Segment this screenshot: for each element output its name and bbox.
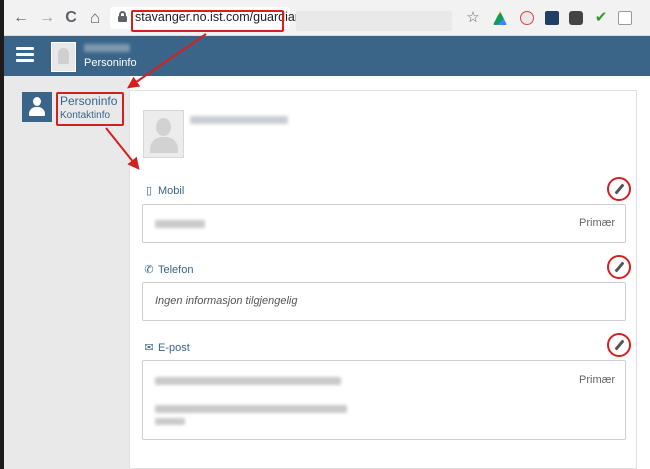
forward-icon[interactable]: → [38,9,56,27]
camera-extension-icon[interactable] [569,11,583,25]
url-highlight-box [131,10,284,32]
epost-primary-tag: Primær [579,374,616,386]
epost-label: ✉ E-post [144,342,190,354]
document-extension-icon[interactable] [618,11,632,25]
edit-mobil-button[interactable] [607,177,631,201]
edit-epost-button[interactable] [607,333,631,357]
lock-icon [118,11,127,22]
mobil-field: Primær [142,204,626,243]
envelope-icon: ✉ [144,342,154,354]
mobil-number-redacted [155,220,205,228]
user-name-redacted [84,44,130,52]
pencil-icon [614,261,625,273]
epost-label-2-redacted [155,418,185,425]
menu-icon[interactable] [16,47,34,63]
epost-address-1-redacted [155,377,341,385]
screenshot: ← → C ⌂ stavanger.no.ist.com/guardian ☆ … [0,0,650,469]
mobil-primary-tag: Primær [579,217,616,229]
address-bar-blurred [296,11,452,31]
phone-icon: ✆ [144,264,154,276]
header-subtitle: Personinfo [84,57,137,69]
pencil-icon [614,339,625,351]
telefon-empty-text: Ingen informasjon tilgjengelig [155,295,298,307]
telefon-label: ✆ Telefon [144,264,194,276]
sidebar-item-kontaktinfo[interactable]: Kontaktinfo [60,110,110,121]
reload-icon[interactable]: C [62,9,80,27]
pencil-icon [614,183,625,195]
star-icon[interactable]: ☆ [464,9,482,27]
mobile-icon: ▯ [145,185,153,197]
save-extension-icon[interactable] [545,11,559,25]
app-header [4,36,650,76]
back-icon[interactable]: ← [12,9,30,27]
home-icon[interactable]: ⌂ [86,9,104,27]
sidebar-item-personinfo[interactable]: Personinfo [60,94,117,108]
profile-photo [143,110,184,158]
epost-address-2-redacted [155,405,347,413]
epost-field: Primær [142,360,626,440]
edit-telefon-button[interactable] [607,255,631,279]
person-icon[interactable] [22,92,52,122]
avatar[interactable] [51,42,76,72]
profile-name-redacted [190,116,288,124]
mobil-label: ▯ Mobil [143,184,184,197]
sidebar [4,76,130,469]
check-extension-icon[interactable]: ✔ [594,10,608,25]
extension-icon[interactable] [520,11,534,25]
